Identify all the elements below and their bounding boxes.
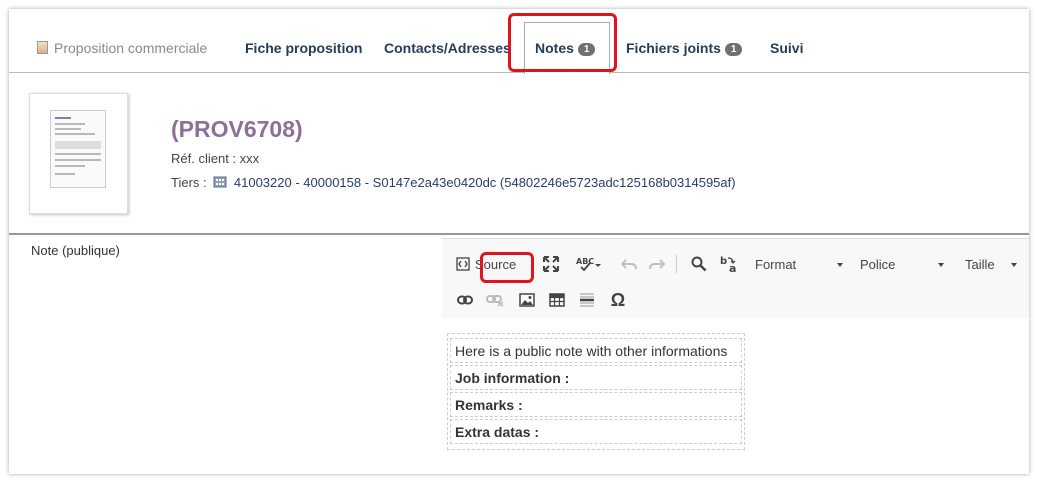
unlink-button[interactable] [484,289,506,311]
replace-button[interactable]: b a [718,253,742,275]
tab-fiche-proposition[interactable]: Fiche proposition [245,40,362,56]
toolbar-separator [676,255,677,273]
find-button[interactable] [688,253,710,275]
tiers-line: Tiers : 41003220 - 40000158 - S0147e2a43… [171,175,736,190]
redo-button[interactable] [646,253,668,275]
document-preview-icon [50,110,106,188]
svg-text:a: a [729,262,736,273]
svg-text:b: b [720,256,727,267]
table-button[interactable] [546,289,568,311]
svg-text:ABC: ABC [576,257,594,266]
maximize-button[interactable] [540,253,562,275]
search-icon [691,256,707,272]
tab-contacts-adresses[interactable]: Contacts/Adresses [384,40,511,56]
section-divider [9,233,1029,235]
taille-label: Taille [965,256,995,272]
table-row[interactable]: Here is a public note with other informa… [450,338,742,363]
tab-bar: Proposition commerciale Fiche propositio… [9,9,1029,74]
spellcheck-button[interactable]: ABC [574,253,604,275]
tab-label: Fiche proposition [245,40,363,56]
replace-icon: b a [720,256,736,273]
main-frame: Proposition commerciale Fiche propositio… [9,9,1029,474]
undo-icon [621,259,637,270]
tab-notes[interactable]: Notes 1 [535,40,596,56]
police-dropdown[interactable]: Police [860,253,950,275]
taille-dropdown[interactable]: Taille [965,253,1025,275]
undo-button[interactable] [618,253,640,275]
police-label: Police [860,256,896,272]
source-icon [456,257,470,271]
document-icon [37,41,48,54]
table-icon [549,293,565,307]
tab-fichiers-joints[interactable]: Fichiers joints 1 [626,40,743,56]
format-dropdown[interactable]: Format [755,253,845,275]
tiers-label: Tiers : [171,175,207,190]
tiers-link[interactable]: 41003220 - 40000158 - S0147e2a43e0420dc … [234,175,736,190]
tab-label: Fichiers joints [626,40,721,56]
table-row[interactable]: Job information : [450,365,742,390]
special-char-button[interactable]: Ω [606,289,630,311]
horizontal-line-icon [580,293,594,307]
unlink-icon [486,295,504,307]
source-label: Source [475,256,517,272]
table-row[interactable]: Extra datas : [450,419,742,444]
note-public-label: Note (publique) [31,243,120,258]
image-button[interactable] [516,289,538,311]
document-thumbnail[interactable] [29,93,128,214]
company-icon [213,176,227,188]
tab-label: Notes [535,40,574,56]
format-label: Format [755,256,797,272]
tab-label: Contacts/Adresses [384,40,511,56]
source-button[interactable]: Source [456,253,526,275]
tab-proposition-commerciale[interactable]: Proposition commerciale [37,40,207,56]
image-icon [519,293,535,307]
rich-text-editor: Source ABC b a Format Police Taille Ω He… [442,238,1029,450]
tab-suivi[interactable]: Suivi [770,40,803,56]
chevron-down-icon [1011,263,1017,267]
chevron-down-icon [837,263,843,267]
spellcheck-icon: ABC [576,257,601,272]
redo-icon [649,259,665,270]
table-row[interactable]: Remarks : [450,392,742,417]
count-badge: 1 [577,43,596,56]
link-icon [457,295,473,305]
tab-label: Suivi [770,40,804,56]
tab-label: Proposition commerciale [54,40,208,56]
count-badge: 1 [724,43,743,56]
link-button[interactable] [454,289,476,311]
horizontal-rule-button[interactable] [576,289,598,311]
ref-client: Réf. client : xxx [171,151,260,166]
maximize-icon [543,256,559,272]
chevron-down-icon [938,263,944,267]
omega-icon: Ω [610,289,626,310]
editor-toolbar: Source ABC b a Format Police Taille Ω [442,238,1029,318]
editor-content-table[interactable]: Here is a public note with other informa… [447,333,745,450]
proposal-ref: (PROV6708) [171,116,303,142]
